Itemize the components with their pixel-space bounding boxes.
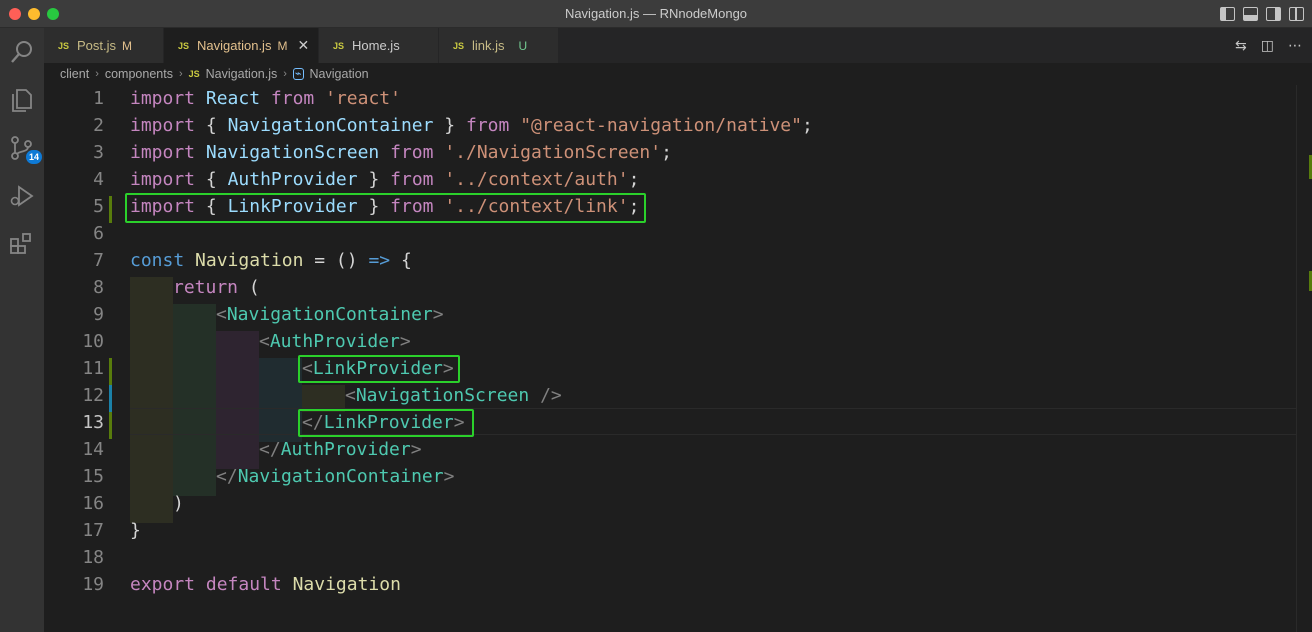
editor-scrollbar[interactable] — [1296, 85, 1312, 632]
code-line-10: <AuthProvider> — [259, 331, 411, 352]
chevron-right-icon: › — [95, 68, 99, 80]
breadcrumb-item-file[interactable]: Navigation.js — [206, 67, 278, 81]
tab-status: M — [122, 38, 133, 53]
tab-link-js[interactable]: JS link.js U — [439, 28, 559, 63]
highlight-box-linkprovider-open — [298, 355, 460, 383]
line-number: 7 — [93, 250, 104, 271]
chevron-right-icon: › — [178, 68, 183, 80]
line-number-current: 13 — [82, 412, 104, 433]
toggle-primary-sidebar-icon[interactable] — [1220, 7, 1235, 21]
highlight-box-import-linkprovider — [125, 193, 646, 223]
line-number: 17 — [82, 520, 104, 541]
tab-post-js[interactable]: JS Post.js M — [44, 28, 164, 63]
symbol-variable-icon: ⌁ — [292, 68, 304, 80]
open-changes-icon[interactable]: ⇆ — [1235, 37, 1247, 54]
highlight-box-linkprovider-close — [298, 409, 474, 437]
code-line-19: export default Navigation — [130, 574, 401, 595]
line-number: 3 — [93, 142, 104, 163]
line-number: 5 — [93, 196, 104, 217]
line-number: 11 — [82, 358, 104, 379]
code-line-7: const Navigation = () => { — [130, 250, 412, 271]
toggle-panel-icon[interactable] — [1243, 7, 1258, 21]
tab-status: U — [518, 38, 528, 53]
code-line-14: </AuthProvider> — [259, 439, 422, 460]
javascript-file-icon: JS — [188, 69, 200, 79]
search-icon[interactable] — [8, 38, 36, 66]
close-tab-icon[interactable]: ✕ — [297, 37, 309, 54]
customize-layout-icon[interactable] — [1289, 7, 1304, 21]
split-editor-icon[interactable]: ◫ — [1261, 37, 1274, 54]
editor-actions: ⇆ ◫ ⋯ — [1235, 37, 1302, 54]
code-line-2: import { NavigationContainer } from "@re… — [130, 115, 813, 136]
line-number: 4 — [93, 169, 104, 190]
tab-label: link.js — [472, 38, 505, 53]
line-number: 14 — [82, 439, 104, 460]
javascript-file-icon: JS — [333, 40, 345, 51]
tab-label: Navigation.js — [197, 38, 272, 53]
title-bar: Navigation.js — RNnodeMongo — [0, 0, 1312, 28]
line-number: 2 — [93, 115, 104, 136]
tab-label: Home.js — [352, 38, 400, 53]
tab-navigation-js[interactable]: JS Navigation.js M ✕ — [164, 28, 319, 63]
code-line-17: } — [130, 520, 141, 541]
line-number: 12 — [82, 385, 104, 406]
code-line-4: import { AuthProvider } from '../context… — [130, 169, 640, 190]
chevron-right-icon: › — [283, 68, 287, 80]
breadcrumb-item-symbol[interactable]: Navigation — [310, 67, 369, 81]
javascript-file-icon: JS — [453, 40, 465, 51]
breadcrumb-item-components[interactable]: components — [105, 67, 173, 81]
javascript-file-icon: JS — [58, 40, 70, 51]
code-editor[interactable]: 1 2 3 4 5 6 7 8 9 10 11 12 13 14 15 16 1… — [44, 85, 1312, 632]
line-number: 16 — [82, 493, 104, 514]
activity-bar: 14 — [0, 28, 44, 632]
code-line-16: ) — [173, 493, 184, 514]
tab-home-js[interactable]: JS Home.js — [319, 28, 439, 63]
line-number: 6 — [93, 223, 104, 244]
line-number: 1 — [93, 88, 104, 109]
code-line-9: <NavigationContainer> — [216, 304, 444, 325]
javascript-file-icon: JS — [178, 40, 190, 51]
breadcrumb-item-client[interactable]: client — [60, 67, 89, 81]
line-number: 9 — [93, 304, 104, 325]
layout-controls — [1220, 7, 1304, 21]
code-line-8: return ( — [173, 277, 260, 298]
window-title: Navigation.js — RNnodeMongo — [564, 6, 748, 21]
extensions-icon[interactable] — [8, 230, 36, 258]
line-number: 15 — [82, 466, 104, 487]
tab-bar: JS Post.js M JS Navigation.js M ✕ JS Hom… — [44, 28, 1312, 63]
breadcrumb: client › components › JS Navigation.js ›… — [44, 63, 1312, 85]
tab-label: Post.js — [77, 38, 117, 53]
line-number: 19 — [82, 574, 104, 595]
code-line-3: import NavigationScreen from './Navigati… — [130, 142, 672, 163]
code-line-1: import React from 'react' — [130, 88, 401, 109]
code-line-15: </NavigationContainer> — [216, 466, 455, 487]
code-line-12: <NavigationScreen /> — [345, 385, 562, 406]
tab-status: M — [277, 38, 288, 53]
source-control-badge: 14 — [26, 150, 43, 164]
more-actions-icon[interactable]: ⋯ — [1288, 37, 1302, 54]
run-debug-icon[interactable] — [8, 182, 36, 210]
line-number: 18 — [82, 547, 104, 568]
line-number: 8 — [93, 277, 104, 298]
explorer-icon[interactable] — [8, 86, 36, 114]
line-number: 10 — [82, 331, 104, 352]
source-control-icon[interactable]: 14 — [8, 134, 43, 164]
toggle-secondary-sidebar-icon[interactable] — [1266, 7, 1281, 21]
